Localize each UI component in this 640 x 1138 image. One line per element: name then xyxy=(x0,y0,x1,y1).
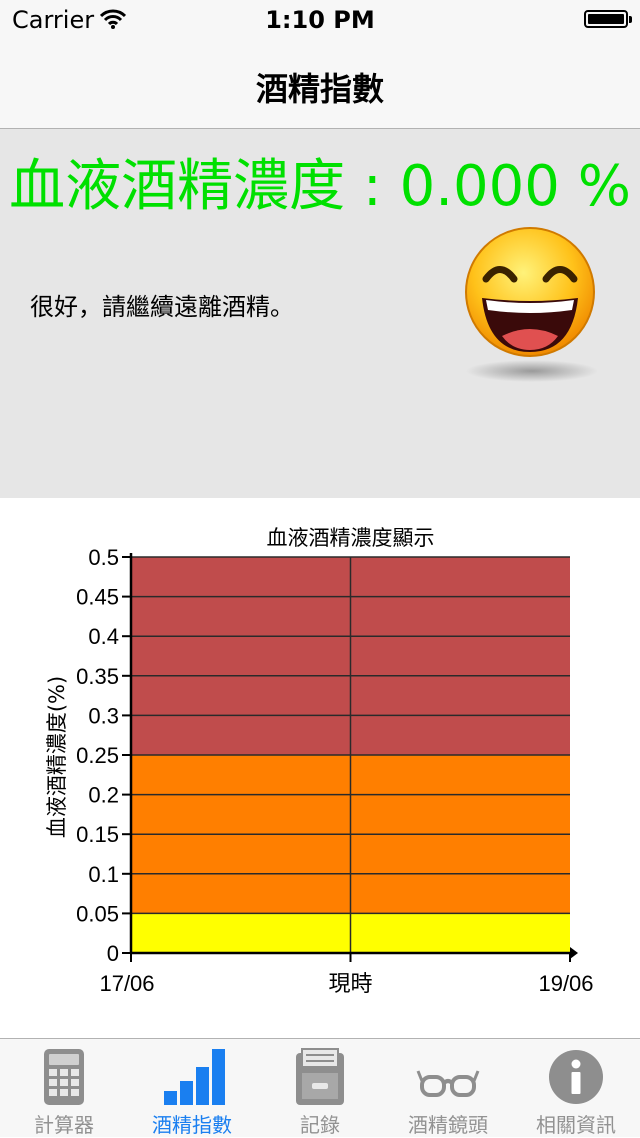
x-tick-label: 19/06 xyxy=(538,971,593,996)
tab-label: 記錄 xyxy=(300,1113,340,1137)
bac-value: 0.000 xyxy=(399,154,560,219)
tab-alcohol-lens[interactable]: 酒精鏡頭 xyxy=(384,1039,512,1137)
bac-readout: 血液酒精濃度 : 0.000 % xyxy=(0,141,640,222)
chart-svg: 0 0.05 0.1 0.15 0.2 0.25 0.3 0.35 0.4 0.45 0.5 17/0… xyxy=(45,526,594,996)
tab-calculator[interactable]: 計算器 xyxy=(0,1039,128,1137)
x-tick-label: 現時 xyxy=(328,971,372,996)
bac-label: 血液酒精濃度 xyxy=(9,154,346,219)
y-tick-label: 0.1 xyxy=(88,862,119,887)
y-tick-label: 0.45 xyxy=(76,585,119,610)
x-tick-label: 17/06 xyxy=(99,971,154,996)
page-title: 酒精指數 xyxy=(255,70,384,108)
tab-label: 計算器 xyxy=(34,1113,94,1137)
file-cabinet-icon xyxy=(256,1047,384,1109)
battery-icon xyxy=(584,10,632,28)
y-tick-label: 0.3 xyxy=(88,703,119,728)
y-tick-label: 0.25 xyxy=(76,743,119,768)
tab-label: 酒精鏡頭 xyxy=(408,1113,488,1137)
chart-title: 血液酒精濃度顯示 xyxy=(267,526,435,550)
bar-chart-icon xyxy=(128,1047,256,1109)
status-bar: Carrier 1:10 PM xyxy=(0,0,640,40)
tab-label: 酒精指數 xyxy=(152,1113,232,1137)
laughing-face-icon xyxy=(452,224,612,384)
y-tick-label: 0.05 xyxy=(76,901,119,926)
advice-message: 很好，請繼續遠離酒精。 xyxy=(30,293,294,321)
bac-unit: % xyxy=(577,154,631,219)
info-icon xyxy=(512,1047,640,1109)
navigation-bar: 酒精指數 xyxy=(0,40,640,129)
y-axis-label: 血液酒精濃度(%) xyxy=(45,676,69,838)
tab-bar: 計算器 酒精指數 記錄 酒精鏡頭 相關資訊 xyxy=(0,1038,640,1137)
y-tick-label: 0 xyxy=(107,941,119,966)
y-tick-label: 0.2 xyxy=(88,783,119,808)
tab-label: 相關資訊 xyxy=(536,1113,616,1137)
y-tick-label: 0.15 xyxy=(76,822,119,847)
y-tick-label: 0.4 xyxy=(88,624,119,649)
result-panel: 血液酒精濃度 : 0.000 % 很好，請繼續遠離酒精。 xyxy=(0,129,640,498)
bac-separator: : xyxy=(362,154,382,219)
glasses-icon xyxy=(384,1047,512,1109)
x-axis-arrow xyxy=(570,947,578,959)
y-tick-label: 0.5 xyxy=(88,545,119,570)
bac-chart: 0 0.05 0.1 0.15 0.2 0.25 0.3 0.35 0.4 0.45 0.5 17/0… xyxy=(0,498,640,1036)
calculator-icon xyxy=(0,1047,128,1109)
y-tick-label: 0.35 xyxy=(76,664,119,689)
tab-records[interactable]: 記錄 xyxy=(256,1039,384,1137)
clock: 1:10 PM xyxy=(265,6,375,34)
tab-related-info[interactable]: 相關資訊 xyxy=(512,1039,640,1137)
tab-alcohol-index[interactable]: 酒精指數 xyxy=(128,1039,256,1137)
